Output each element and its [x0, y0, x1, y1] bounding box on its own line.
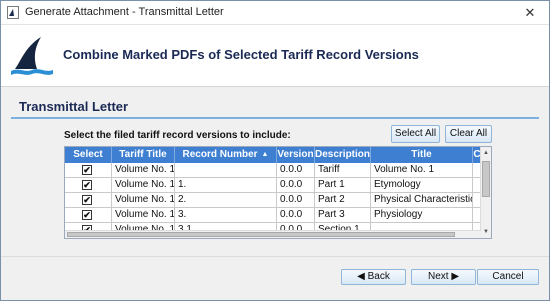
- vertical-scrollbar[interactable]: ▲ ▼: [480, 147, 491, 238]
- section-divider: [11, 117, 539, 119]
- tariff-records-grid: Select Tariff Title Record Number ▲ Versi…: [64, 146, 492, 239]
- tariff-title-cell: Volume No. 1: [112, 163, 175, 178]
- clear-all-button[interactable]: Clear All: [445, 125, 492, 143]
- cancel-button[interactable]: Cancel: [477, 269, 539, 285]
- row-checkbox[interactable]: ✔: [82, 210, 92, 220]
- select-all-button[interactable]: Select All: [391, 125, 440, 143]
- instruction-label: Select the filed tariff record versions …: [64, 130, 291, 141]
- row-checkbox[interactable]: ✔: [82, 195, 92, 205]
- version-cell: 0.0.0: [277, 208, 315, 223]
- row-checkbox[interactable]: ✔: [82, 165, 92, 175]
- horizontal-scroll-thumb[interactable]: [67, 232, 455, 237]
- dialog-window: Generate Attachment - Transmittal Letter…: [0, 0, 550, 301]
- row-checkbox[interactable]: ✔: [82, 180, 92, 190]
- close-button[interactable]: ✕: [517, 4, 543, 22]
- record-number-cell: 1.: [175, 178, 277, 193]
- title-cell: Physiology: [371, 208, 473, 223]
- scroll-up-icon[interactable]: ▲: [481, 148, 491, 158]
- window-title: Generate Attachment - Transmittal Letter: [25, 6, 224, 18]
- select-cell: ✔: [65, 163, 112, 178]
- select-cell: ✔: [65, 193, 112, 208]
- column-header-select[interactable]: Select: [65, 147, 112, 163]
- column-header-record-number-label: Record Number: [182, 149, 258, 160]
- app-icon: [7, 6, 19, 19]
- title-cell: Physical Characteristics: [371, 193, 473, 208]
- column-header-version[interactable]: Version: [277, 147, 315, 163]
- column-header-tariff-title[interactable]: Tariff Title: [112, 147, 175, 163]
- sort-ascending-icon: ▲: [261, 151, 269, 158]
- column-header-title[interactable]: Title: [371, 147, 473, 163]
- table-row[interactable]: ✔ Volume No. 1 1. 0.0.0 Part 1 Etymology: [65, 178, 481, 193]
- title-cell: Volume No. 1: [371, 163, 473, 178]
- description-cell: Part 2: [315, 193, 371, 208]
- grid-header-row: Select Tariff Title Record Number ▲ Versi…: [65, 147, 481, 163]
- section-title: Transmittal Letter: [19, 99, 129, 114]
- shark-fin-logo: [11, 37, 53, 75]
- column-header-record-number[interactable]: Record Number ▲: [175, 147, 277, 163]
- table-row[interactable]: ✔ Volume No. 1 0.0.0 Tariff Volume No. 1: [65, 163, 481, 178]
- tariff-title-cell: Volume No. 1: [112, 208, 175, 223]
- select-cell: ✔: [65, 208, 112, 223]
- title-bar: Generate Attachment - Transmittal Letter…: [1, 1, 549, 25]
- version-cell: 0.0.0: [277, 193, 315, 208]
- back-button[interactable]: ◀ Back: [341, 269, 406, 285]
- record-number-cell: [175, 163, 277, 178]
- title-cell: Etymology: [371, 178, 473, 193]
- horizontal-scrollbar[interactable]: [65, 230, 481, 238]
- select-cell: ✔: [65, 178, 112, 193]
- vertical-scroll-thumb[interactable]: [482, 161, 490, 197]
- tariff-title-cell: Volume No. 1: [112, 193, 175, 208]
- version-cell: 0.0.0: [277, 178, 315, 193]
- footer-divider: [1, 256, 549, 257]
- table-row[interactable]: ✔ Volume No. 1 2. 0.0.0 Part 2 Physical …: [65, 193, 481, 208]
- column-header-description[interactable]: Description: [315, 147, 371, 163]
- header-title: Combine Marked PDFs of Selected Tariff R…: [63, 47, 419, 62]
- record-number-cell: 2.: [175, 193, 277, 208]
- description-cell: Tariff: [315, 163, 371, 178]
- scroll-down-icon[interactable]: ▼: [481, 227, 491, 237]
- version-cell: 0.0.0: [277, 163, 315, 178]
- wizard-header: Combine Marked PDFs of Selected Tariff R…: [1, 25, 549, 87]
- next-button[interactable]: Next ▶: [411, 269, 476, 285]
- description-cell: Part 3: [315, 208, 371, 223]
- tariff-title-cell: Volume No. 1: [112, 178, 175, 193]
- record-number-cell: 3.: [175, 208, 277, 223]
- description-cell: Part 1: [315, 178, 371, 193]
- table-row[interactable]: ✔ Volume No. 1 3. 0.0.0 Part 3 Physiolog…: [65, 208, 481, 223]
